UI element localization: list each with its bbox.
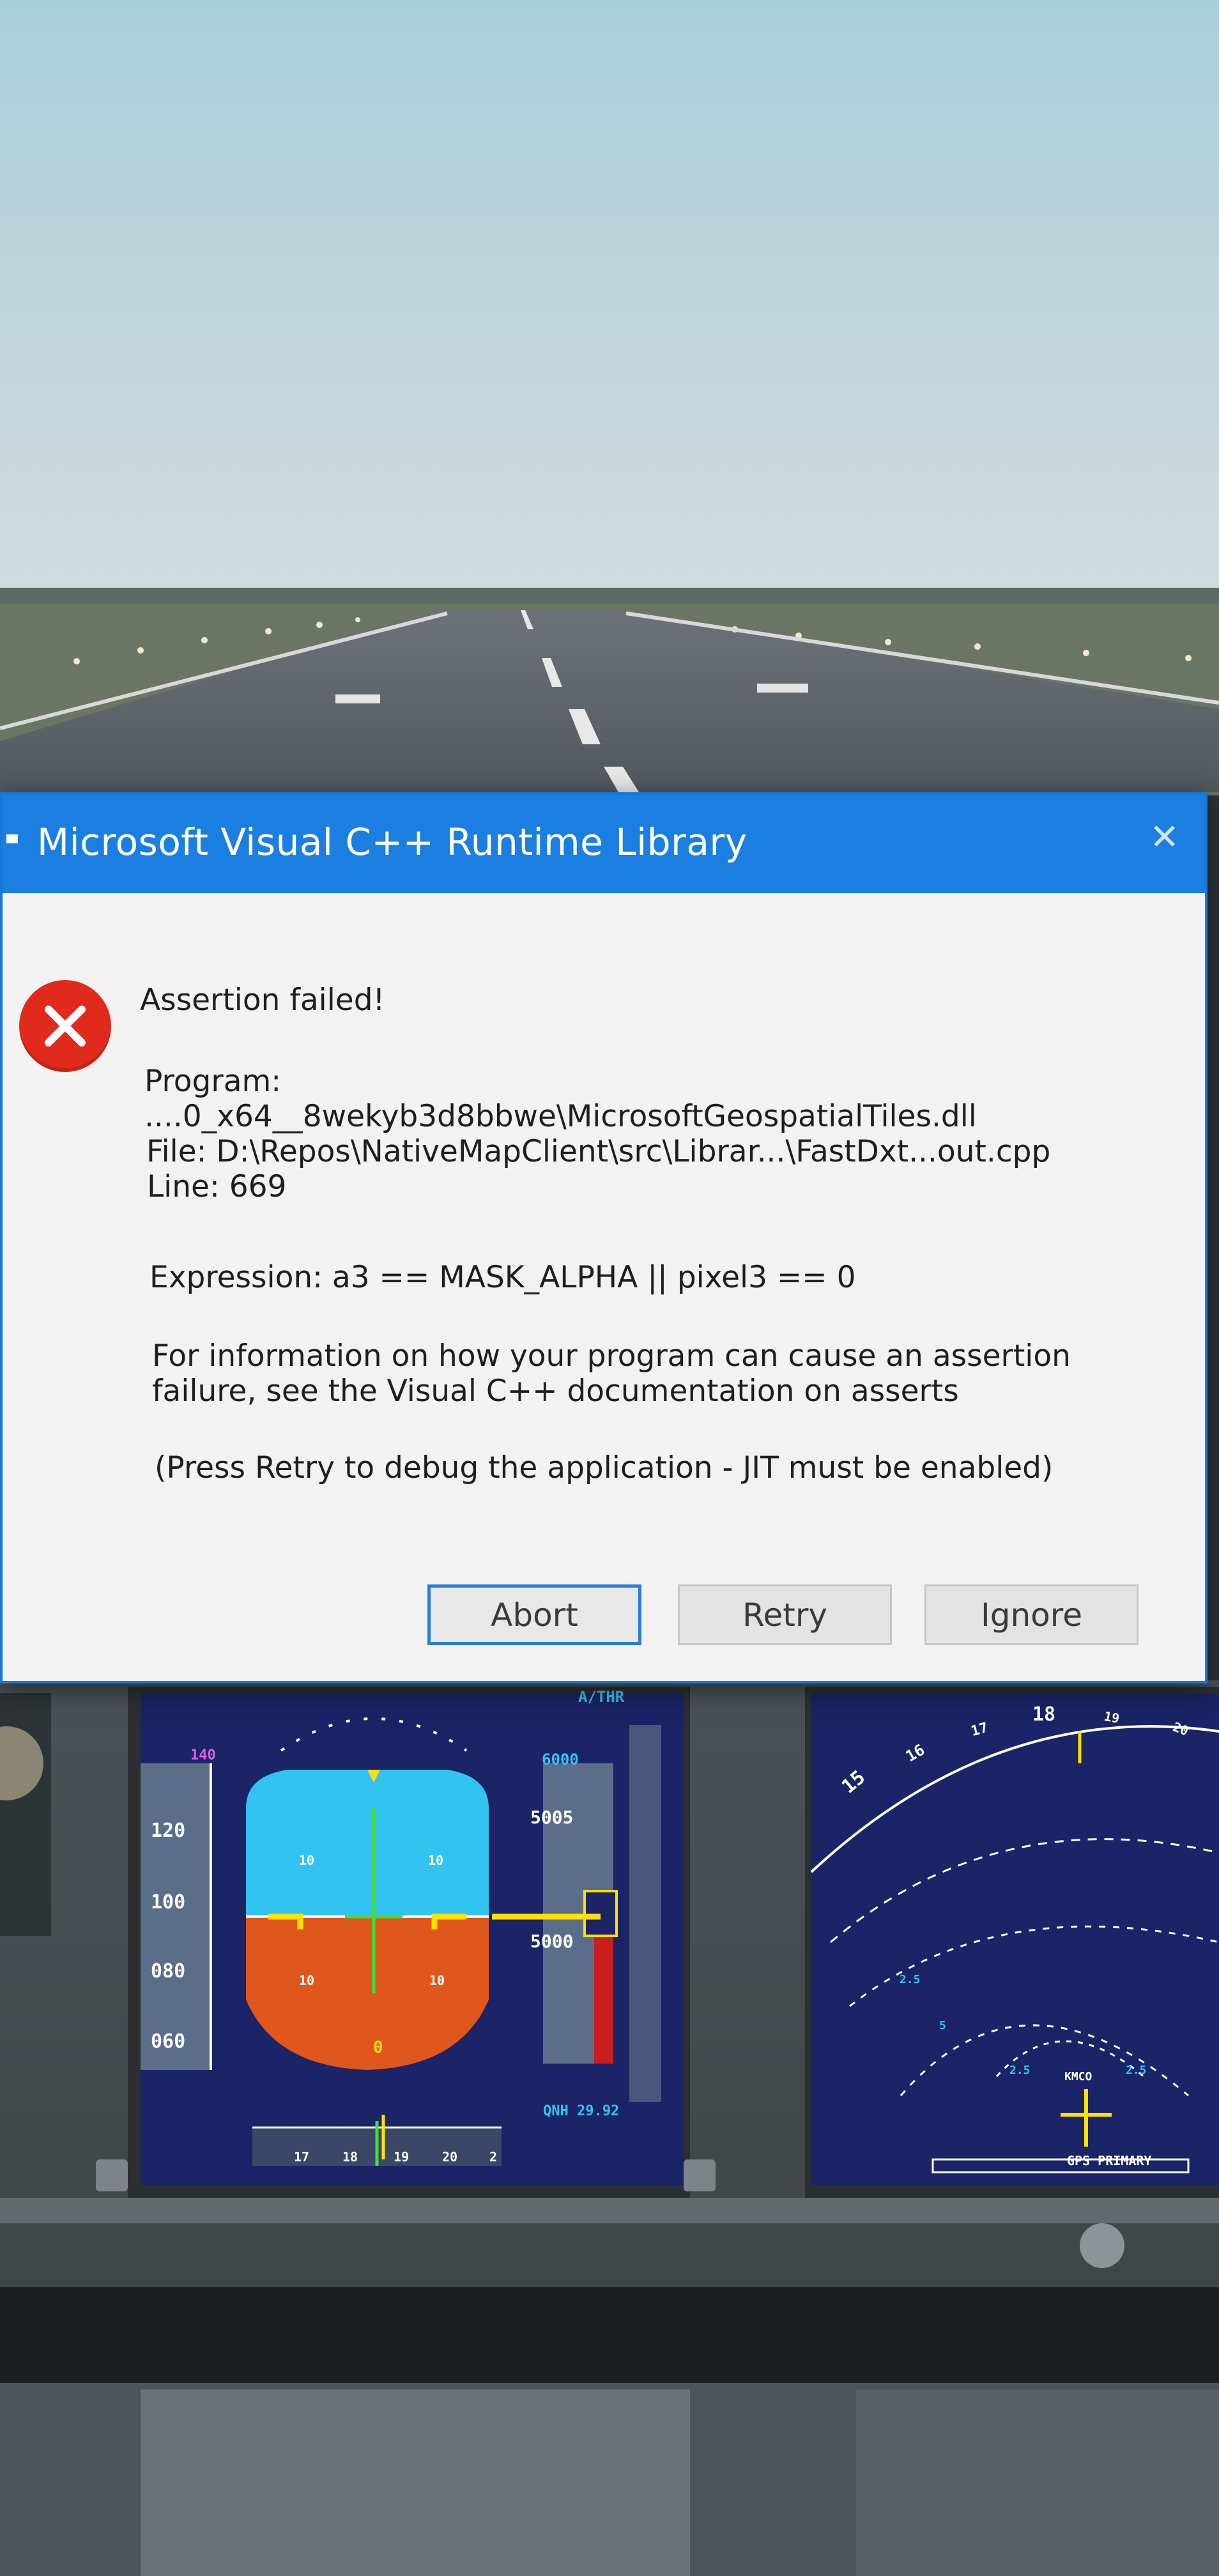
nd-screen: [811, 1693, 1219, 2185]
speed-tape: [141, 1763, 211, 2070]
press-retry-line: (Press Retry to debug the application - …: [155, 1450, 1054, 1485]
knob: [1080, 2223, 1124, 2268]
app-icon: [6, 834, 18, 843]
pedestal-block: [141, 2389, 690, 2576]
runway-marking: [757, 684, 808, 693]
info-line-2: failure, see the Visual C++ documentatio…: [152, 1374, 959, 1409]
abort-button[interactable]: Abort: [427, 1584, 641, 1645]
info-line-1: For information on how your program can …: [152, 1338, 1071, 1374]
retry-button[interactable]: Retry: [678, 1584, 892, 1645]
assertion-dialog: Microsoft Visual C++ Runtime Library ✕ A…: [0, 792, 1208, 1683]
file-line: File: D:\Repos\NativeMapClient\src\Libra…: [146, 1134, 1051, 1169]
ignore-button[interactable]: Ignore: [924, 1584, 1138, 1645]
pedestal-block: [856, 2389, 1219, 2576]
runway-marking: [335, 694, 380, 703]
horizon-treeline: [0, 588, 1219, 606]
lower-dark: [0, 2287, 1219, 2383]
knob: [96, 2159, 128, 2191]
knob: [684, 2159, 716, 2191]
sky: [0, 0, 1219, 601]
error-x-icon: [19, 980, 111, 1072]
glareshield-strip: [0, 2198, 1219, 2223]
assertion-heading: Assertion failed!: [140, 983, 385, 1018]
dialog-title: Microsoft Visual C++ Runtime Library: [37, 820, 747, 864]
program-label: Program:: [144, 1064, 282, 1099]
attitude-indicator: [246, 1770, 489, 2070]
program-path: ....0_x64__8wekyb3d8bbwe\MicrosoftGeospa…: [144, 1099, 977, 1134]
dialog-titlebar[interactable]: Microsoft Visual C++ Runtime Library ✕: [3, 795, 1205, 893]
close-icon[interactable]: ✕: [1149, 816, 1179, 858]
expression-line: Expression: a3 == MASK_ALPHA || pixel3 =…: [150, 1260, 856, 1295]
line-number: Line: 669: [147, 1169, 287, 1204]
